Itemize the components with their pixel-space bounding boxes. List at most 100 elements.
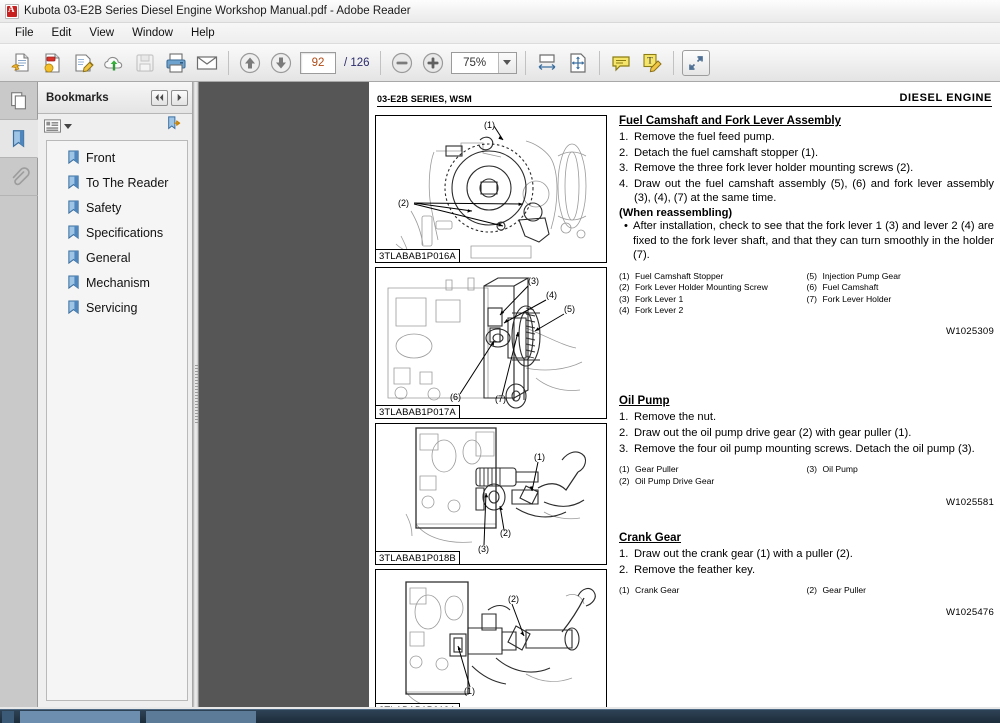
legend-value: Fuel Camshaft Stopper [635,270,724,281]
svg-text:(1): (1) [484,120,495,130]
page-number-input[interactable]: 92 [300,51,336,74]
new-bookmark-icon[interactable] [166,115,182,137]
menu-view[interactable]: View [80,25,123,41]
comment-bubble-icon[interactable] [606,48,636,78]
adobe-reader-window: Kubota 03-E2B Series Diesel Engine Works… [0,0,1000,723]
bookmark-item-front[interactable]: Front [47,145,187,170]
legend-key: (3) [806,464,818,475]
taskbar-item-active[interactable] [20,710,140,723]
page-thumbnails-icon[interactable] [0,82,38,120]
section-crank-gear: Crank Gear 1. Draw out the crank gear (1… [619,532,994,618]
edit-pdf-icon[interactable] [68,48,98,78]
caret-down-icon[interactable] [64,123,72,129]
upload-cloud-icon[interactable] [99,48,129,78]
figure-3TLABAB1P018B: (1) (2) (3) 3TLABAB1P018B [375,423,607,565]
save-icon[interactable] [130,48,160,78]
legend-row: (2) Oil Pump Drive Gear [619,476,807,487]
bookmarks-icon[interactable] [0,120,38,158]
note-bullet: • After installation, check to see that … [619,219,994,263]
page-total-label: / 126 [344,56,370,69]
step-number: 2. [619,563,629,576]
fit-width-icon[interactable] [532,48,562,78]
bookmarks-list[interactable]: Front To The Reader Safety Specification… [46,140,188,702]
bookmark-options-list-icon[interactable] [44,119,72,133]
fit-page-icon[interactable] [563,48,593,78]
legend-row: (2) Fork Lever Holder Mounting Screw [619,282,807,293]
arrow-up-icon[interactable] [235,48,265,78]
figure-caption: 3TLABAB1P018B [376,551,460,564]
step-text: Detach the fuel camshaft stopper (1). [634,146,819,159]
legend-key: (2) [619,282,630,293]
highlight-text-icon[interactable]: T [637,48,667,78]
bookmark-item-label: Specifications [86,225,164,240]
bookmark-item-to-the-reader[interactable]: To The Reader [47,170,187,195]
svg-text:(2): (2) [398,198,409,208]
legend-value: Oil Pump [822,464,858,475]
step-text: Draw out the crank gear (1) with a pulle… [634,547,853,560]
splitter-grip [194,364,198,425]
step-list: 1. Remove the nut. 2. Draw out the oil p… [619,410,994,456]
legend-row: (3) Fork Lever 1 [619,294,807,305]
taskbar-item[interactable] [146,710,256,723]
email-icon[interactable] [192,48,222,78]
figure-caption: 3TLABAB1P017A [376,405,460,418]
bookmarks-panel: Bookmarks Front To The Reader Safety Spe… [38,82,193,708]
figure-caption: 3TLABAB1P016A [376,249,460,262]
menu-help[interactable]: Help [182,25,224,41]
double-chevron-left-icon[interactable] [151,89,168,106]
doc-reference-code: W1025309 [945,326,994,338]
legend-key: (1) [619,270,630,281]
legend-column-left: (1) Crank Gear [619,585,807,596]
bookmarks-panel-title: Bookmarks [46,91,109,104]
toolbar-separator-2 [379,50,381,75]
doc-reference-code: W1025476 [945,606,994,618]
attachments-paperclip-icon[interactable] [0,158,38,196]
print-icon[interactable] [161,48,191,78]
figure-column: (1) (2) 3TLABAB1P016A (3) (4) (5) (6) (7… [375,115,607,708]
bookmark-item-specifications[interactable]: Specifications [47,220,187,245]
legend-row: (2) Gear Puller [807,585,995,596]
start-button[interactable] [2,710,14,723]
create-pdf-icon[interactable] [37,48,67,78]
menu-edit[interactable]: Edit [43,25,81,41]
step-item: 1. Remove the fuel feed pump. [619,130,994,145]
svg-text:(2): (2) [500,528,511,538]
legend-value: Fuel Camshaft [822,282,879,293]
step-item: 2. Detach the fuel camshaft stopper (1). [619,146,994,161]
step-number: 1. [619,411,629,424]
legend-value: Oil Pump Drive Gear [635,475,715,486]
legend-value: Fork Lever 1 [635,293,684,304]
figure-3TLABAB1P017A: (3) (4) (5) (6) (7) 3TLABAB1P017A [375,267,607,419]
figure-3TLABAB1P016A: (1) (2) 3TLABAB1P016A [375,115,607,263]
menu-window[interactable]: Window [123,25,182,41]
step-text: Draw out the oil pump drive gear (2) wit… [634,426,912,439]
step-item: 3. Remove the four oil pump mounting scr… [619,442,994,457]
bookmark-item-general[interactable]: General [47,245,187,270]
section-title: Fuel Camshaft and Fork Lever Assembly [619,115,841,127]
chevron-down-icon[interactable] [497,52,516,73]
chevron-right-icon[interactable] [171,89,188,106]
plus-circle-icon[interactable] [418,48,448,78]
toolbar-separator-4 [598,50,600,75]
legend-column-left: (1) Gear Puller (2) Oil Pump Drive Gear [619,464,807,487]
bookmark-item-safety[interactable]: Safety [47,195,187,220]
legend-key: (5) [806,270,818,281]
menu-file[interactable]: File [6,25,43,41]
bookmark-icon [68,150,79,165]
legend-row: (4) Fork Lever 2 [619,305,807,316]
arrow-down-icon[interactable] [266,48,296,78]
bookmark-item-servicing[interactable]: Servicing [47,295,187,320]
legend-column-left: (1) Fuel Camshaft Stopper (2) Fork Lever H… [619,271,807,317]
zoom-level-value[interactable]: 75% [452,53,498,73]
legend-value: Fork Lever Holder [822,293,892,304]
expand-diagonal-icon[interactable] [681,49,710,76]
document-viewport[interactable]: 03-E2B SERIES, WSM DIESEL ENGINE (1) (2)… [199,82,1000,708]
open-file-icon[interactable] [6,48,36,78]
legend-key: (2) [806,585,818,596]
step-number: 4. [619,177,629,190]
bookmark-item-mechanism[interactable]: Mechanism [47,270,187,295]
legend-key: (7) [806,293,818,304]
zoom-combobox[interactable]: 75% [450,51,517,74]
minus-circle-icon[interactable] [387,48,417,78]
bookmarks-toolbar [38,114,192,138]
